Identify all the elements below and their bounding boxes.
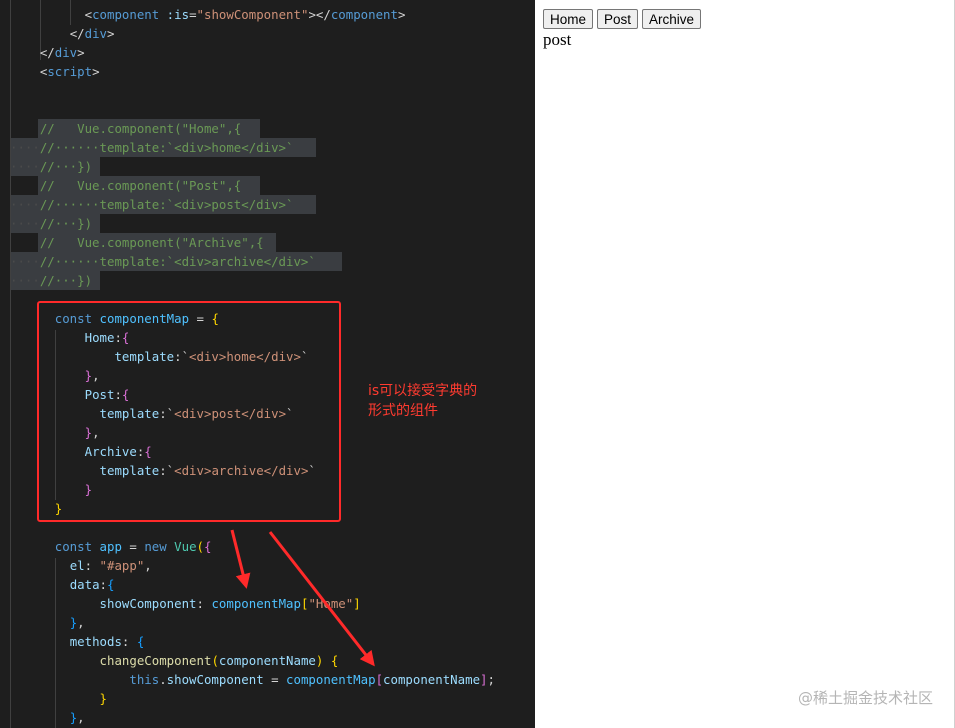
- annotation-arrows: [230, 529, 375, 667]
- component-output: post: [543, 30, 572, 49]
- archive-button[interactable]: Archive: [642, 9, 702, 29]
- post-button[interactable]: Post: [597, 9, 639, 29]
- code-editor[interactable]: <component :is="showComponent"></compone…: [0, 0, 535, 728]
- watermark: @稀土掘金技术社区: [797, 689, 933, 707]
- component-button-row: Home Post Archive: [543, 9, 702, 29]
- arrow-to-changecomponent: [268, 531, 375, 667]
- arrow-to-showcomponent: [230, 529, 251, 589]
- home-button[interactable]: Home: [543, 9, 594, 29]
- browser-preview: Home Post Archive post: [535, 0, 955, 728]
